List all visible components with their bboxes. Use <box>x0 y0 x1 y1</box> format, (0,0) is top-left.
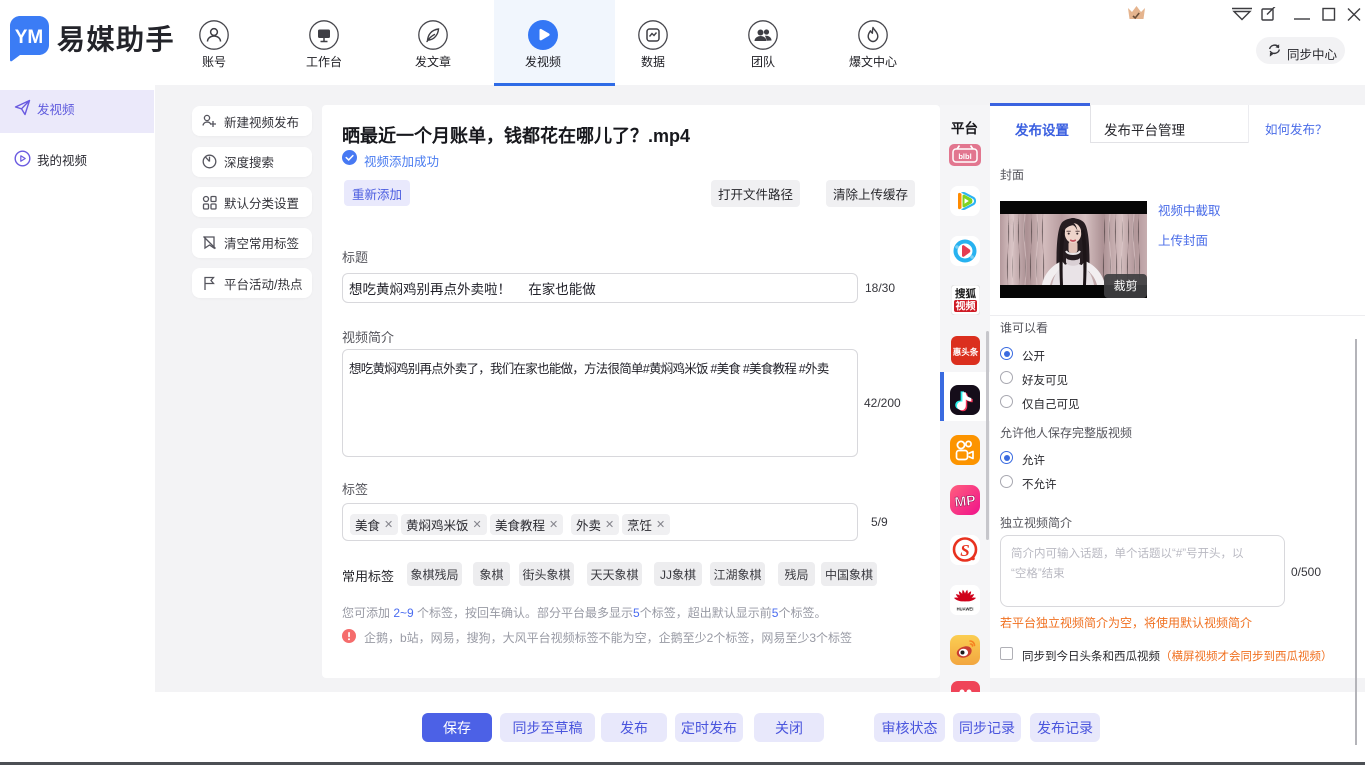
svg-text:S: S <box>960 541 969 560</box>
svg-text:搜狐: 搜狐 <box>955 287 976 300</box>
svg-text:裁剪: 裁剪 <box>1113 278 1137 293</box>
svg-text:MP: MP <box>954 492 977 510</box>
svg-text:blbl: blbl <box>958 152 971 161</box>
svg-text:HUAWEI: HUAWEI <box>957 607 974 612</box>
svg-text:美拍: 美拍 <box>1007 218 1019 226</box>
svg-text:YM: YM <box>15 27 44 48</box>
svg-text:视频: 视频 <box>956 300 976 313</box>
svg-text:惠头条: 惠头条 <box>953 347 979 357</box>
